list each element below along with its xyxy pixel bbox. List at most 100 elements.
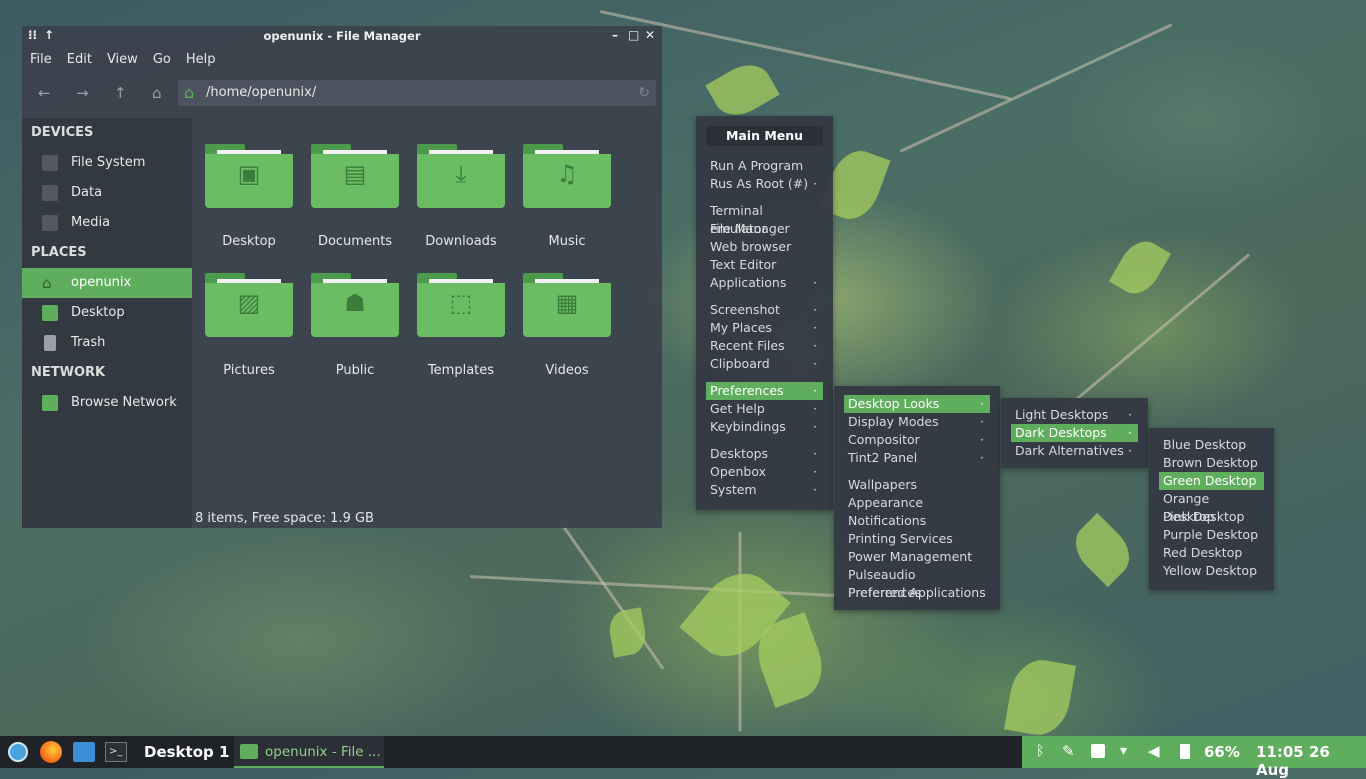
task-button-label: openunix - File ...	[265, 744, 381, 760]
desktop-switcher[interactable]: Desktop 1	[144, 743, 229, 761]
clip-icon[interactable]: ✎	[1062, 742, 1075, 760]
menu-item-compositor[interactable]: Compositor ·	[844, 431, 990, 449]
menu-help[interactable]: Help	[186, 52, 216, 67]
preferences-submenu: Desktop Looks · Display Modes · Compositor…	[834, 386, 1000, 610]
location-path: /home/openunix/	[206, 85, 317, 100]
menu-item-web-browser[interactable]: Web browser	[706, 238, 823, 256]
menu-item-screenshot[interactable]: Screenshot ·	[706, 301, 823, 319]
menu-item-yellow-desktop[interactable]: Yellow Desktop	[1159, 562, 1264, 580]
folder-documents[interactable]: ▤ Documents	[302, 144, 408, 264]
folder-label: Downloads	[425, 234, 497, 249]
folder-pictures[interactable]: ▨ Pictures	[196, 273, 302, 393]
menu-item-power-management[interactable]: Power Management	[844, 548, 990, 566]
folder-templates[interactable]: ⬚ Templates	[408, 273, 514, 393]
menu-item-recent-files[interactable]: Recent Files ·	[706, 337, 823, 355]
menu-item-preferred-applications[interactable]: Preferred Applications	[844, 584, 990, 602]
menu-item-terminal[interactable]: Terminal emulator	[706, 202, 823, 236]
menu-item-brown-desktop[interactable]: Brown Desktop	[1159, 454, 1264, 472]
sidebar-item-openunix[interactable]: ⌂ openunix	[22, 268, 192, 298]
window-titlebar[interactable]: ⁝⁝ ↑ openunix - File Manager – □ ✕	[22, 26, 662, 46]
sidebar-item-data[interactable]: Data	[22, 178, 192, 208]
submenu-arrow-icon: ·	[980, 414, 984, 429]
folder-music[interactable]: ♫ Music	[514, 144, 620, 264]
folder-videos[interactable]: ▦ Videos	[514, 273, 620, 393]
film-icon: ▦	[555, 289, 579, 317]
menu-item-clipboard[interactable]: Clipboard ·	[706, 355, 823, 373]
clock[interactable]: 11:05 26 Aug	[1256, 743, 1366, 779]
menu-item-notifications[interactable]: Notifications	[844, 512, 990, 530]
menu-file[interactable]: File	[30, 52, 52, 67]
maximize-icon[interactable]: □	[628, 28, 639, 42]
menu-item-desktops[interactable]: Desktops ·	[706, 445, 823, 463]
menu-item-dark-desktops[interactable]: Dark Desktops ·	[1011, 424, 1138, 442]
menu-item-pulseaudio-preferences[interactable]: Pulseaudio Preferences	[844, 566, 990, 600]
reload-icon[interactable]: ↻	[638, 80, 650, 106]
menu-item-printing-services[interactable]: Printing Services	[844, 530, 990, 548]
menu-item-preferences[interactable]: Preferences ·	[706, 382, 823, 400]
menu-item-display-modes[interactable]: Display Modes ·	[844, 413, 990, 431]
menu-item-purple-desktop[interactable]: Purple Desktop	[1159, 526, 1264, 544]
up-icon[interactable]: ↑	[114, 84, 127, 102]
submenu-arrow-icon: ·	[813, 383, 817, 398]
network-icon	[42, 395, 58, 411]
back-icon[interactable]: ←	[38, 84, 51, 102]
terminal-tray-icon[interactable]	[1091, 744, 1105, 758]
sidebar-item-media[interactable]: Media	[22, 208, 192, 238]
task-button-file-manager[interactable]: openunix - File ...	[234, 736, 384, 768]
menu-item-wallpapers[interactable]: Wallpapers	[844, 476, 990, 494]
menu-item-applications[interactable]: Applications ·	[706, 274, 823, 292]
minimize-icon[interactable]: –	[612, 28, 618, 42]
menu-item-green-desktop[interactable]: Green Desktop	[1159, 472, 1264, 490]
folder-label: Pictures	[223, 363, 275, 378]
menu-item-system[interactable]: System ·	[706, 481, 823, 499]
file-manager-launcher-icon[interactable]	[73, 742, 95, 762]
submenu-arrow-icon: ·	[980, 432, 984, 447]
terminal-launcher-icon[interactable]: >_	[105, 742, 127, 762]
menu-item-run-program[interactable]: Run A Program	[706, 157, 823, 175]
submenu-arrow-icon: ·	[813, 446, 817, 461]
menu-item-openbox[interactable]: Openbox ·	[706, 463, 823, 481]
menu-go[interactable]: Go	[153, 52, 171, 67]
menu-item-get-help[interactable]: Get Help ·	[706, 400, 823, 418]
menu-item-file-manager[interactable]: File Manager	[706, 220, 823, 238]
home-icon[interactable]: ⌂	[152, 84, 162, 102]
menu-item-tint2-panel[interactable]: Tint2 Panel ·	[844, 449, 990, 467]
bluetooth-icon[interactable]: ᛒ	[1036, 743, 1044, 759]
menu-item-appearance[interactable]: Appearance	[844, 494, 990, 512]
menu-item-dark-alternatives[interactable]: Dark Alternatives ·	[1011, 442, 1138, 460]
menu-item-my-places[interactable]: My Places ·	[706, 319, 823, 337]
menu-item-desktop-looks[interactable]: Desktop Looks ·	[844, 395, 990, 413]
folder-downloads[interactable]: ⤓ Downloads	[408, 144, 514, 264]
menu-view[interactable]: View	[107, 52, 138, 67]
firefox-icon[interactable]	[40, 741, 62, 763]
wifi-icon[interactable]: ▾	[1120, 743, 1127, 759]
menu-item-orange-desktop[interactable]: Orange Desktop	[1159, 490, 1264, 524]
submenu-arrow-icon: ·	[1128, 407, 1132, 422]
folder-label: Desktop	[222, 234, 276, 249]
sidebar-item-browse-network[interactable]: Browse Network	[22, 388, 192, 418]
submenu-arrow-icon: ·	[980, 396, 984, 411]
sidebar-item-label: Browse Network	[71, 395, 177, 410]
forward-icon[interactable]: →	[76, 84, 89, 102]
sidebar-item-label: Trash	[71, 335, 106, 350]
close-icon[interactable]: ✕	[645, 28, 655, 42]
menu-item-keybindings[interactable]: Keybindings ·	[706, 418, 823, 436]
location-bar[interactable]: ⌂ /home/openunix/ ↻	[178, 80, 656, 106]
menu-item-text-editor[interactable]: Text Editor	[706, 256, 823, 274]
menu-item-red-desktop[interactable]: Red Desktop	[1159, 544, 1264, 562]
battery-icon[interactable]	[1180, 744, 1190, 759]
sidebar-item-file-system[interactable]: File System	[22, 148, 192, 178]
sidebar-item-label: Data	[71, 185, 103, 200]
menu-item-blue-desktop[interactable]: Blue Desktop	[1159, 436, 1264, 454]
folder-desktop[interactable]: ▣ Desktop	[196, 144, 302, 264]
volume-icon[interactable]: ◀	[1148, 742, 1160, 760]
sidebar-item-trash[interactable]: Trash	[22, 328, 192, 358]
app-menu-icon[interactable]	[8, 742, 28, 762]
menu-item-run-as-root[interactable]: Rus As Root (#) ·	[706, 175, 823, 193]
menu-edit[interactable]: Edit	[67, 52, 92, 67]
folder-view: ▣ Desktop ▤ Documents ⤓ Downloads ♫ Musi…	[194, 118, 662, 508]
menu-item-pink-desktop[interactable]: Pink Desktop	[1159, 508, 1264, 526]
folder-public[interactable]: ☗ Public	[302, 273, 408, 393]
sidebar-item-desktop[interactable]: Desktop	[22, 298, 192, 328]
menu-item-light-desktops[interactable]: Light Desktops ·	[1011, 406, 1138, 424]
